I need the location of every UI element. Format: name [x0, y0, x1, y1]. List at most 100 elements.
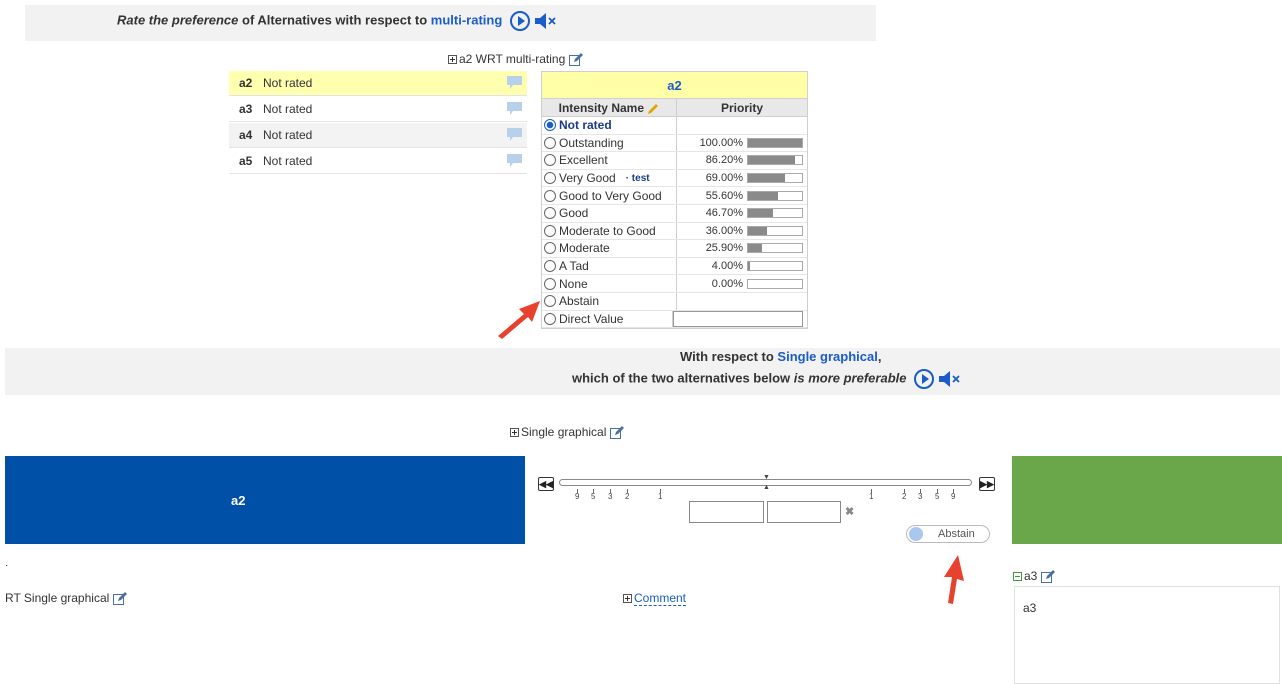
intensity-cell[interactable]: A Tad [542, 257, 677, 275]
slider-marker-top: ▼ [763, 474, 770, 481]
left-value-input[interactable] [689, 501, 764, 523]
comment-icon[interactable] [507, 76, 522, 89]
alternative-name: a3 [239, 102, 253, 116]
question-text: Rate the preference of Alternatives with… [117, 11, 559, 31]
edit-icon[interactable] [112, 591, 127, 606]
intensity-row[interactable]: Outstanding 100.00% [542, 134, 807, 153]
right-value-input[interactable] [767, 501, 841, 523]
intensity-cell[interactable]: Excellent [542, 152, 677, 169]
comment-link[interactable]: Comment [634, 591, 687, 606]
priority-percent: 69.00% [705, 172, 743, 185]
expand-icon[interactable] [448, 55, 457, 65]
alternative-row-a5[interactable]: a5 Not rated [229, 149, 527, 174]
intensity-cell[interactable]: Abstain [542, 292, 677, 310]
intensity-row[interactable]: Good to Very Good 55.60% [542, 187, 807, 205]
expand-icon[interactable] [623, 594, 632, 604]
collapse-icon[interactable] [1013, 572, 1022, 582]
priority-bar-fill [748, 209, 774, 218]
wrt-single-title: RT Single graphical [5, 591, 127, 606]
alternative-row-a3[interactable]: a3 Not rated [229, 97, 527, 122]
intensity-cell[interactable]: Not rated [542, 117, 677, 134]
intensity-row[interactable]: None 0.00% [542, 275, 807, 293]
comment-icon[interactable] [507, 102, 522, 115]
priority-cell: 55.60% [677, 187, 807, 204]
question-middle: of Alternatives with respect to [238, 12, 431, 28]
criterion-link[interactable]: Single graphical [777, 349, 877, 364]
radio-icon[interactable] [544, 154, 556, 167]
radio-icon[interactable] [544, 207, 556, 220]
intensity-row[interactable]: Very Good · test 69.00% [542, 169, 807, 188]
radio-icon[interactable] [544, 312, 556, 325]
intensity-cell[interactable]: Direct Value [542, 310, 673, 328]
slider-tick: 1 [658, 492, 663, 501]
slider-left-button[interactable]: ◀◀ [538, 477, 554, 491]
intensity-cell[interactable]: None [542, 275, 677, 292]
mute-icon[interactable] [533, 12, 559, 30]
priority-bar [747, 208, 803, 219]
radio-icon[interactable] [544, 136, 556, 149]
radio-icon[interactable] [544, 224, 556, 237]
intensity-row[interactable]: Moderate to Good 36.00% [542, 222, 807, 241]
comment-icon[interactable] [507, 128, 522, 141]
comment-icon[interactable] [507, 154, 522, 167]
comparison-prefix: With respect to [680, 349, 778, 364]
criterion-link[interactable]: multi-rating [431, 12, 503, 27]
abstain-toggle[interactable]: Abstain [906, 525, 990, 543]
comparison-emphasis: is more preferable [793, 370, 907, 386]
intensity-name: Good [559, 206, 589, 221]
intensity-row[interactable]: Abstain [542, 292, 807, 311]
intensity-cell[interactable]: Outstanding [542, 134, 677, 152]
abstain-label: Abstain [938, 528, 975, 540]
intensity-cell[interactable]: Good [542, 204, 677, 222]
slider-tick: 5 [935, 492, 940, 501]
slider-tick: 1 [869, 492, 874, 501]
intensity-row[interactable]: Excellent 86.20% [542, 152, 807, 170]
alternative-name: a2 [239, 76, 253, 90]
intensity-row[interactable]: Good 46.70% [542, 204, 807, 223]
toggle-knob-icon [909, 527, 923, 541]
intensity-cell[interactable]: Good to Very Good [542, 187, 677, 204]
priority-bar-fill [748, 244, 762, 253]
left-alternative-block[interactable]: a2 [5, 456, 525, 544]
radio-icon[interactable] [544, 260, 556, 273]
edit-icon[interactable] [568, 52, 583, 67]
intensity-row[interactable]: Direct Value [542, 310, 807, 329]
intensity-cell[interactable]: Very Good · test [542, 169, 677, 187]
slider-tick: 9 [951, 492, 956, 501]
radio-icon[interactable] [544, 189, 556, 202]
edit-icon[interactable] [1040, 569, 1055, 584]
priority-percent: 46.70% [705, 207, 743, 220]
alternative-row-a4[interactable]: a4 Not rated [229, 123, 527, 148]
edit-icon[interactable] [609, 425, 624, 440]
play-icon[interactable] [509, 11, 530, 31]
expand-icon[interactable] [510, 428, 519, 438]
direct-value-input[interactable] [673, 310, 803, 327]
radio-icon[interactable] [544, 277, 556, 290]
slider-tick: 2 [902, 492, 907, 501]
intensity-row[interactable]: A Tad 4.00% [542, 257, 807, 276]
mute-icon[interactable] [937, 370, 963, 388]
priority-cell: 46.70% [677, 205, 807, 222]
priority-cell [677, 293, 807, 310]
intensity-cell[interactable]: Moderate [542, 240, 677, 257]
intensity-row[interactable]: Not rated [542, 117, 807, 135]
pencil-icon[interactable] [647, 103, 659, 115]
clear-icon[interactable]: ✖ [845, 505, 854, 518]
intensity-name: Moderate to Good [559, 223, 656, 238]
radio-icon[interactable] [544, 172, 556, 185]
right-alternative-block[interactable] [1012, 456, 1282, 544]
radio-icon[interactable] [544, 295, 556, 308]
intensity-cell[interactable]: Moderate to Good [542, 222, 677, 240]
comment-toggle[interactable]: Comment [623, 591, 687, 606]
intensity-row[interactable]: Moderate 25.90% [542, 240, 807, 258]
priority-bar-fill [748, 226, 768, 235]
single-graphical-title-text: Single graphical [521, 425, 607, 439]
alternative-row-a2[interactable]: a2 Not rated [229, 71, 527, 96]
priority-bar-fill [748, 138, 802, 147]
play-icon[interactable] [913, 369, 934, 389]
radio-icon[interactable] [544, 119, 556, 132]
radio-icon[interactable] [544, 242, 556, 255]
slider-right-button[interactable]: ▶▶ [979, 477, 995, 491]
priority-percent: 100.00% [699, 136, 743, 149]
priority-cell [673, 310, 807, 328]
